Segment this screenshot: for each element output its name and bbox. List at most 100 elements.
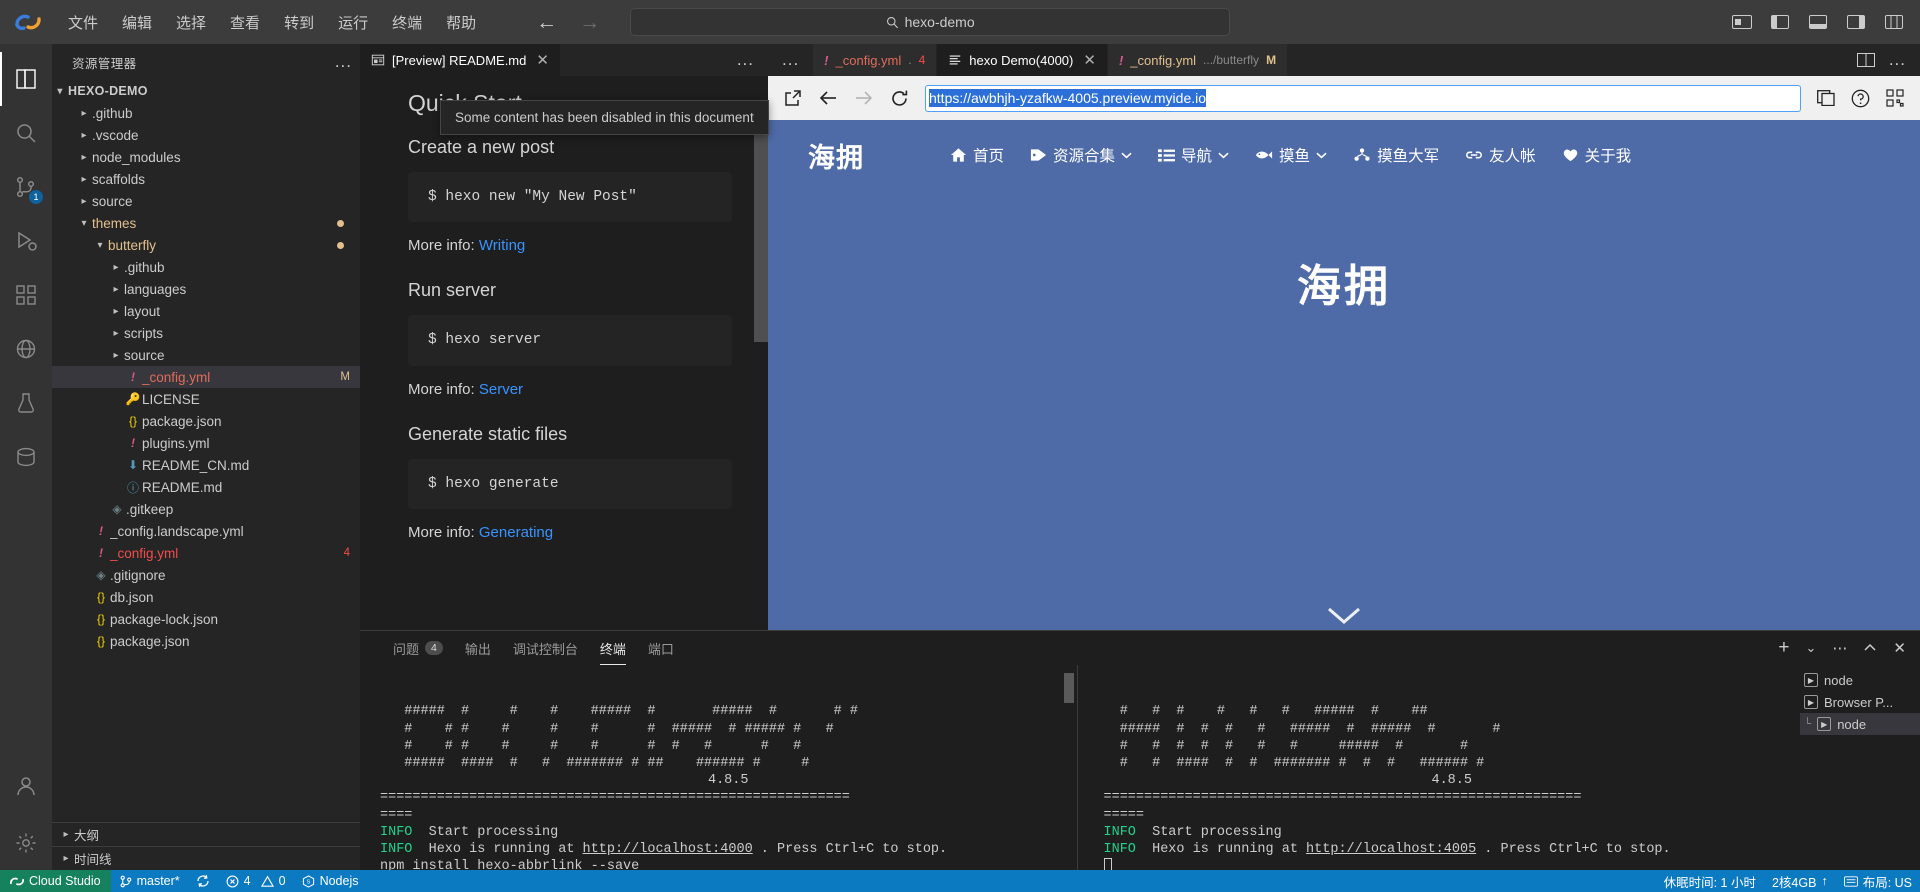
tree-item-readme-md[interactable]: ⓘ README.md <box>52 476 360 498</box>
browser-url-input[interactable]: https://awbhjh-yzafkw-4005.preview.myide… <box>925 84 1801 112</box>
tree-item-github[interactable]: ▸ .github <box>52 102 360 124</box>
tree-item-scaffolds[interactable]: ▸ scaffolds <box>52 168 360 190</box>
browser-forward-button[interactable] <box>854 89 874 107</box>
site-logo[interactable]: 海拥 <box>808 136 864 175</box>
tree-item-readme-cn-md[interactable]: ⬇ README_CN.md <box>52 454 360 476</box>
activity-extensions[interactable] <box>0 268 52 322</box>
panel-tab-problems[interactable]: 问题 4 <box>382 631 454 665</box>
menu-help[interactable]: 帮助 <box>434 8 488 37</box>
tree-item-package-lock-json[interactable]: {} package-lock.json <box>52 608 360 630</box>
nav-forward-button[interactable]: → <box>579 12 600 33</box>
panel-tab-ports[interactable]: 端口 <box>637 631 685 665</box>
tree-item-butterfly[interactable]: ▾ butterfly <box>52 234 360 256</box>
terminal-tab-browser-preview[interactable]: ▶ Browser P... <box>1800 691 1920 713</box>
site-menu-fish[interactable]: 摸鱼 <box>1255 144 1327 166</box>
menu-run[interactable]: 运行 <box>326 8 380 37</box>
terminal-instance-left[interactable]: ##### # # # ##### # ##### # # # # # # # … <box>360 665 1077 870</box>
activity-explorer[interactable] <box>0 52 52 106</box>
status-resources[interactable]: 2核4GB ↑ <box>1764 870 1836 892</box>
tree-item-themes[interactable]: ▾ themes <box>52 212 360 234</box>
editor-actions-more-button[interactable]: ... <box>1889 50 1906 70</box>
editor-right-more-button[interactable]: ... <box>768 44 813 76</box>
activity-docker[interactable] <box>0 430 52 484</box>
status-sync[interactable] <box>188 870 218 892</box>
new-terminal-button[interactable]: + <box>1778 637 1789 659</box>
menu-edit[interactable]: 编辑 <box>110 8 164 37</box>
browser-reload-button[interactable] <box>890 89 909 108</box>
screencast-icon[interactable] <box>1732 13 1752 31</box>
terminal-tab-node-1[interactable]: ▶ node <box>1800 669 1920 691</box>
tree-item-vscode[interactable]: ▸ .vscode <box>52 124 360 146</box>
terminal-tab-node-2[interactable]: └ ▶ node <box>1800 713 1920 735</box>
panel-more-button[interactable]: ⋯ <box>1832 639 1847 657</box>
site-menu-friends[interactable]: 友人帐 <box>1465 144 1536 166</box>
outline-panel-header[interactable]: ▸ 大纲 <box>52 822 360 846</box>
tree-item-plugins-yml[interactable]: ! plugins.yml <box>52 432 360 454</box>
tree-item-languages[interactable]: ▸ languages <box>52 278 360 300</box>
devtools-icon[interactable] <box>1817 90 1835 106</box>
close-icon[interactable]: ✕ <box>1083 51 1096 69</box>
panel-tab-terminal[interactable]: 终端 <box>589 631 637 665</box>
toggle-primary-sidebar-icon[interactable] <box>1770 13 1790 31</box>
scroll-down-chevron-icon[interactable] <box>1326 606 1362 626</box>
status-branch[interactable]: master* <box>111 870 188 892</box>
tab-preview-readme[interactable]: [Preview] README.md ✕ <box>360 44 561 76</box>
tree-item-layout[interactable]: ▸ layout <box>52 300 360 322</box>
site-menu-fisharmy[interactable]: 摸鱼大军 <box>1353 144 1439 166</box>
menu-terminal[interactable]: 终端 <box>380 8 434 37</box>
qr-code-icon[interactable] <box>1886 89 1904 107</box>
terminal-link[interactable]: http://localhost:4000 <box>583 842 753 857</box>
terminal-left-scrollbar[interactable] <box>1063 673 1074 703</box>
site-menu-about[interactable]: 关于我 <box>1562 144 1631 166</box>
tree-item-source[interactable]: ▸ source <box>52 190 360 212</box>
menu-file[interactable]: 文件 <box>56 8 110 37</box>
activity-remote[interactable] <box>0 322 52 376</box>
tree-item-node-modules[interactable]: ▸ node_modules <box>52 146 360 168</box>
activity-account[interactable] <box>0 762 52 816</box>
site-menu-home[interactable]: 首页 <box>950 144 1004 166</box>
menu-goto[interactable]: 转到 <box>272 8 326 37</box>
activity-search[interactable] <box>0 106 52 160</box>
tree-item-db-json[interactable]: {} db.json <box>52 586 360 608</box>
tree-item-license[interactable]: 🔑 LICENSE <box>52 388 360 410</box>
site-menu-nav[interactable]: 导航 <box>1158 144 1229 166</box>
activity-test[interactable] <box>0 376 52 430</box>
tree-item-gitignore[interactable]: ◈ .gitignore <box>52 564 360 586</box>
open-external-icon[interactable] <box>784 89 802 107</box>
customize-layout-icon[interactable] <box>1884 13 1904 31</box>
status-layout[interactable]: 布局: US <box>1836 870 1920 892</box>
menu-view[interactable]: 查看 <box>218 8 272 37</box>
timeline-panel-header[interactable]: ▸ 时间线 <box>52 846 360 870</box>
command-search-input[interactable]: hexo-demo <box>630 8 1231 36</box>
tree-root-hexo-demo[interactable]: ▾ HEXO-DEMO <box>52 80 360 102</box>
panel-maximize-button[interactable] <box>1863 642 1877 654</box>
tree-item-package-json[interactable]: {} package.json <box>52 410 360 432</box>
terminal-link[interactable]: http://localhost:4005 <box>1306 842 1476 857</box>
tree-item-config-landscape-yml[interactable]: ! _config.landscape.yml <box>52 520 360 542</box>
link-writing[interactable]: Writing <box>479 237 525 254</box>
panel-tab-output[interactable]: 输出 <box>454 631 502 665</box>
status-runtime[interactable]: S Nodejs <box>294 870 367 892</box>
tab-config-yml-butterfly[interactable]: ! _config.yml .../butterfly M <box>1107 44 1289 76</box>
menu-select[interactable]: 选择 <box>164 8 218 37</box>
link-generating[interactable]: Generating <box>479 524 553 541</box>
panel-tab-debug-console[interactable]: 调试控制台 <box>502 631 589 665</box>
activity-settings[interactable] <box>0 816 52 870</box>
link-server[interactable]: Server <box>479 381 523 398</box>
terminal-instance-right[interactable]: # # # # # # ##### # ## ##### # # # # ###… <box>1076 665 1801 870</box>
tree-item-github[interactable]: ▸ .github <box>52 256 360 278</box>
status-brand[interactable]: Cloud Studio <box>0 870 111 892</box>
close-icon[interactable]: ✕ <box>536 51 549 69</box>
browser-back-button[interactable] <box>818 89 838 107</box>
editor-left-more-button[interactable]: ... <box>737 50 754 70</box>
site-menu-resources[interactable]: 资源合集 <box>1030 144 1132 166</box>
nav-back-button[interactable]: ← <box>536 12 557 33</box>
toggle-secondary-sidebar-icon[interactable] <box>1846 13 1866 31</box>
tree-item-config-yml[interactable]: ! _config.yml M <box>52 366 360 388</box>
explorer-more-button[interactable]: ... <box>335 52 352 72</box>
terminal-profile-chevron-icon[interactable]: ⌄ <box>1806 640 1817 656</box>
split-editor-icon[interactable] <box>1856 53 1875 67</box>
preview-scrollbar[interactable] <box>754 122 768 342</box>
status-problems[interactable]: 4 0 <box>218 870 294 892</box>
activity-run-debug[interactable] <box>0 214 52 268</box>
